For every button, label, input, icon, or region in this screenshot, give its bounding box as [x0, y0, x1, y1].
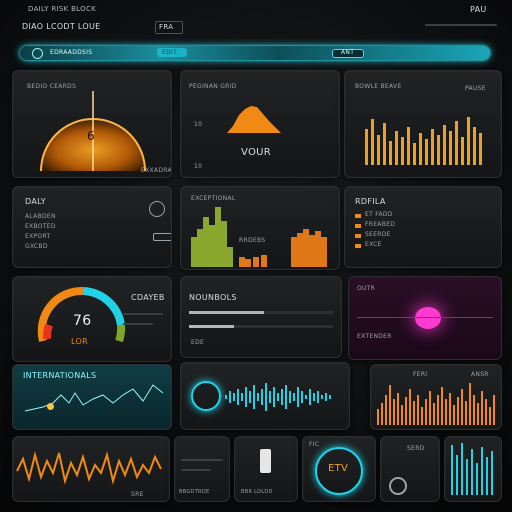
magenta-title: OUTR	[357, 285, 376, 292]
device-icon[interactable]	[260, 449, 271, 473]
speed-gauge-value: 76	[73, 313, 92, 329]
speed-rule-1	[123, 313, 163, 315]
cyan-wave-line	[24, 384, 164, 412]
mini-rule-1	[181, 459, 223, 461]
header-badge: FRA	[159, 23, 174, 31]
orange-spectrum	[377, 383, 495, 425]
bottom-mini-panel: BBGDTRDE	[174, 436, 230, 502]
header-divider	[425, 24, 497, 26]
topbar-end-tab[interactable]: ANT	[332, 49, 364, 58]
list-item-2[interactable]: FREABED	[365, 221, 395, 228]
magenta-pulse-panel: OUTR EXTENDER	[348, 276, 502, 360]
bottom-cyan-bars-panel	[444, 436, 502, 502]
list-item-1[interactable]: ET FADD	[365, 211, 393, 218]
bottom-icon-panel: BBR LOLDD	[234, 436, 298, 502]
list-bullet-1	[355, 214, 361, 218]
header-right-label: PAU	[470, 5, 487, 14]
cyan-waveform	[225, 383, 331, 411]
info-line-3: EXPORT	[25, 233, 51, 240]
gauge-panel: BEDIO CEARDS 6 EXXADRA	[12, 70, 172, 178]
speed-gauge-title: CDAYEB	[131, 293, 165, 302]
cyan-wave-panel: INTERNATIONALS	[12, 364, 172, 430]
magenta-grid-line	[357, 317, 493, 318]
list-item-4[interactable]: EXCE	[365, 241, 382, 248]
mini-rule-2	[181, 469, 211, 471]
green-histogram-caption: RRDEBS	[239, 237, 266, 244]
slider-track-1[interactable]	[189, 311, 333, 314]
speed-gauge-panel: CDAYEB 76 LOR	[12, 276, 172, 362]
record-icon[interactable]	[32, 48, 43, 59]
app-subtitle: DIAO LCODT LOUE	[22, 22, 101, 31]
list-bullet-3	[355, 234, 361, 238]
gauge-title: BEDIO CEARDS	[27, 83, 77, 90]
speed-gauge-caption: LOR	[71, 337, 88, 346]
slider-fill-1	[189, 311, 264, 314]
header-badge-box[interactable]: FRA	[155, 21, 183, 34]
speed-rule-2	[123, 323, 153, 325]
list-item-3[interactable]: SEERDE	[365, 231, 391, 238]
histogram-tick-1: 10	[194, 121, 203, 128]
gauge-value: 6	[87, 129, 95, 143]
bottom-wave-footer: SRE	[131, 491, 144, 498]
info-line-2: EXBOTED	[25, 223, 56, 230]
topbar-end-label: ANT	[341, 49, 355, 56]
bar-chart-panel: BOWLE BEAVE PAUSE	[344, 70, 502, 178]
bottom-knob-label: SERD	[407, 445, 425, 452]
orange-wave	[16, 451, 162, 485]
bottom-ring-label: FIC	[309, 441, 320, 448]
magenta-pulse-blob	[415, 307, 441, 329]
waveform-player-panel	[180, 362, 350, 430]
list-panel: RDFILA ET FADD FREABED SEERDE EXCE	[344, 186, 502, 268]
topbar-mid-tab[interactable]: EDIT	[157, 48, 187, 57]
sliders-footer: EDE	[191, 339, 205, 346]
sliders-title: NOUNBOLS	[189, 293, 237, 302]
list-bullet-2	[355, 224, 361, 228]
topbar-mid-label: EDIT	[162, 49, 178, 56]
info-title: DALY	[25, 197, 46, 206]
green-orange-histogram	[191, 207, 327, 267]
list-title: RDFILA	[355, 197, 386, 206]
bottom-wave-panel: SRE	[12, 436, 170, 502]
info-line-4: GXCBD	[25, 243, 48, 250]
sliders-panel: NOUNBOLS EDE	[180, 276, 342, 358]
green-histogram-panel: EXCEPTIONAL RRDEBS	[180, 186, 340, 270]
slider-track-2[interactable]	[189, 325, 333, 328]
ring-dial-value: ETV	[328, 463, 349, 474]
bottom-ring-panel: FIC ETV	[302, 436, 376, 502]
magenta-side-label: EXTENDER	[357, 333, 392, 340]
histogram-caption: VOUR	[241, 147, 272, 158]
speed-gauge	[37, 286, 126, 343]
gauge-caption: EXXADRA	[141, 167, 172, 174]
app-title: DAILY RISK BLOCK	[28, 5, 97, 13]
histogram-tick-2: 10	[194, 163, 203, 170]
ring-dial[interactable]: ETV	[315, 447, 363, 495]
power-icon[interactable]	[149, 201, 165, 217]
cyan-wave-marker[interactable]	[47, 403, 54, 410]
cyan-bars	[451, 443, 493, 495]
bottom-mini-footer: BBGDTRDE	[179, 489, 210, 495]
bottom-knob-panel: SERD	[380, 436, 440, 502]
bottom-icon-footer: BBR LOLDD	[241, 489, 273, 495]
slider-fill-2	[189, 325, 234, 328]
list-bullet-4	[355, 244, 361, 248]
topbar-start-label: EDRAADDSIS	[50, 49, 93, 56]
histogram-panel: PEGINAN GRID 10 10 VOUR	[180, 70, 340, 178]
spectrum-panel: FERI ANSR	[370, 364, 502, 430]
orange-bar-chart	[365, 117, 482, 165]
toggle-switch[interactable]	[153, 233, 171, 241]
info-panel: DALY ALABDEN EXBOTED EXPORT GXCBD	[12, 186, 172, 268]
orange-histogram	[227, 106, 281, 133]
info-line-1: ALABDEN	[25, 213, 56, 220]
knob-control[interactable]	[389, 477, 407, 495]
top-progress-bar[interactable]: EDRAADDSIS EDIT ANT	[20, 46, 490, 60]
